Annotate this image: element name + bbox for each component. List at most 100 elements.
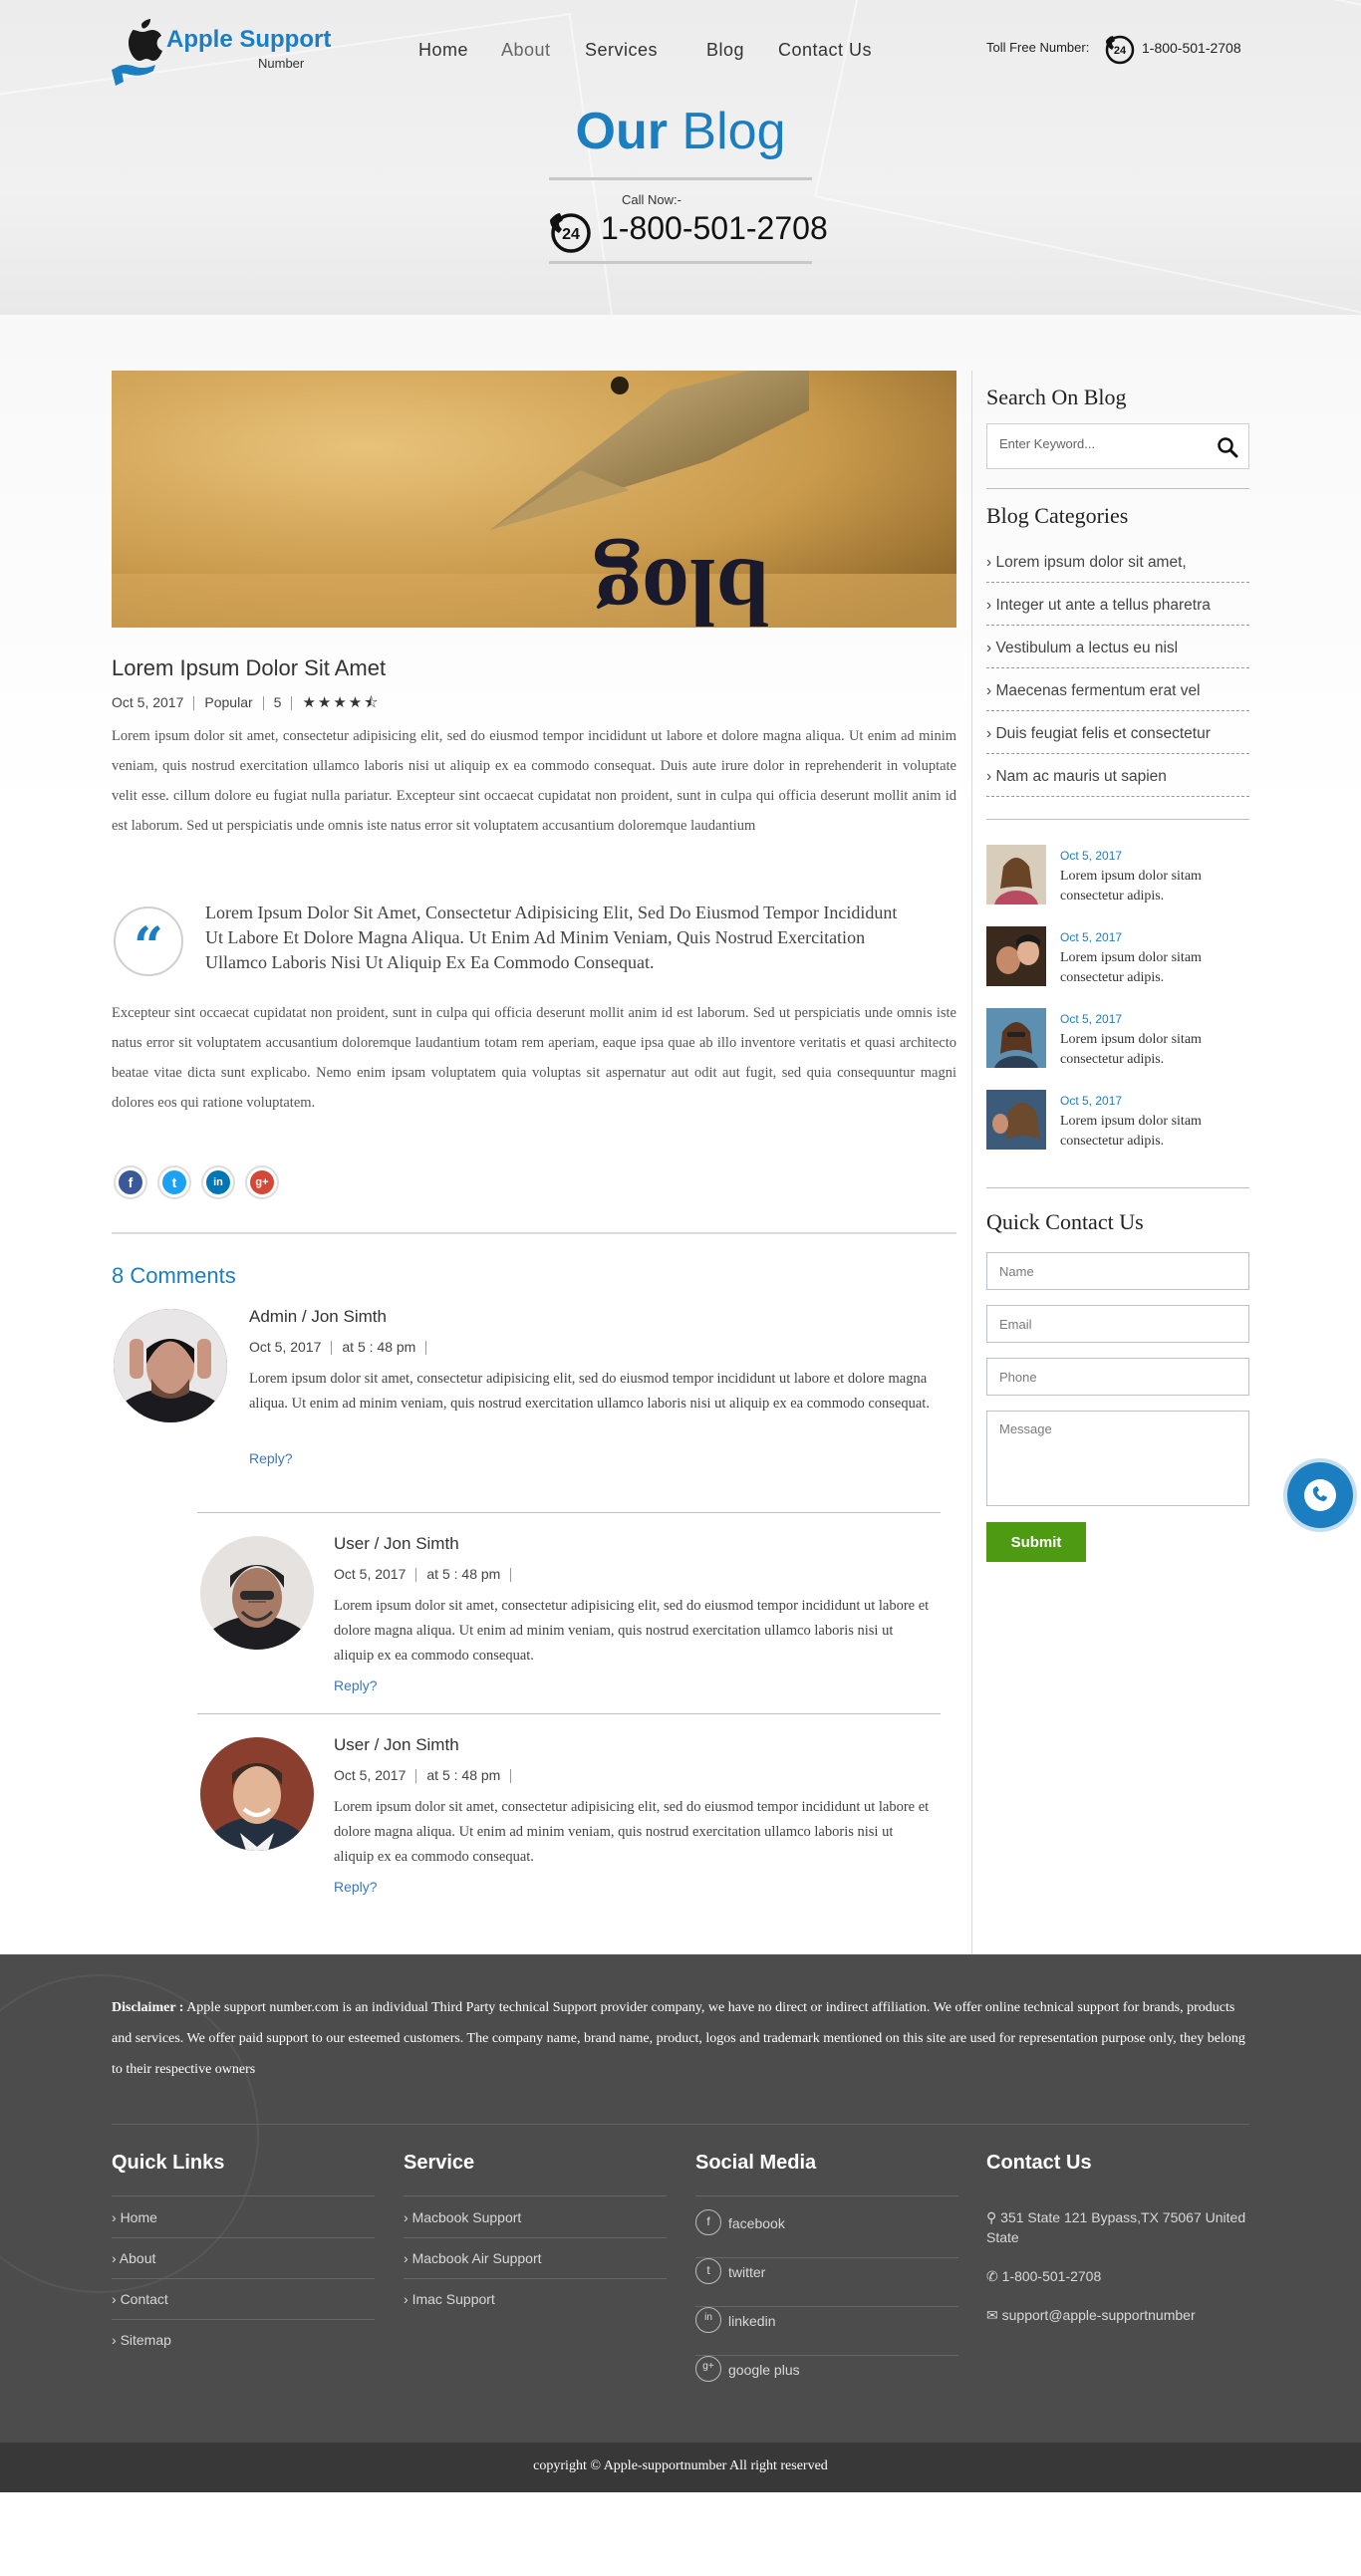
- share-facebook[interactable]: f: [114, 1165, 147, 1199]
- comment-date: Oct 5, 2017: [334, 1566, 407, 1582]
- logo-title: Apple Support: [166, 26, 332, 53]
- post-date: Oct 5, 2017: [112, 694, 184, 710]
- post-category[interactable]: Popular: [204, 694, 252, 710]
- comment-divider: [197, 1713, 941, 1714]
- site-logo[interactable]: Apple Support Number: [112, 18, 341, 88]
- share-linkedin[interactable]: in: [201, 1165, 235, 1199]
- category-item[interactable]: › Vestibulum a lectus eu nisl: [986, 640, 1249, 668]
- email-field[interactable]: [986, 1305, 1249, 1343]
- post-title: Lorem Ipsum Dolor Sit Amet: [112, 655, 387, 680]
- sidebar-divider-line: [986, 1187, 1249, 1188]
- footer-link-home[interactable]: › Home: [112, 2209, 375, 2238]
- footer-social-linkedin[interactable]: in linkedin: [695, 2307, 958, 2356]
- phone-24-large-icon: 24: [550, 213, 591, 253]
- footer-service-imac[interactable]: › Imac Support: [404, 2291, 667, 2319]
- footer-link-sitemap[interactable]: › Sitemap: [112, 2332, 375, 2360]
- disclaimer: Disclaimer : Apple support number.com is…: [112, 1992, 1247, 2085]
- toll-free-number[interactable]: 1-800-501-2708: [1142, 40, 1241, 56]
- name-field[interactable]: [986, 1252, 1249, 1290]
- call-now-label: Call Now:-: [622, 192, 681, 207]
- share-twitter[interactable]: t: [157, 1165, 191, 1199]
- recent-post-date: Oct 5, 2017: [1060, 930, 1123, 944]
- call-divider-bottom: [549, 261, 812, 264]
- post-paragraph-1: Lorem ipsum dolor sit amet, consectetur …: [112, 728, 956, 834]
- facebook-icon: f: [119, 1170, 142, 1194]
- message-field[interactable]: [986, 1411, 1249, 1506]
- category-item[interactable]: › Integer ut ante a tellus pharetra: [986, 597, 1249, 626]
- page-title: Our Blog: [0, 102, 1361, 161]
- recent-post-thumbnail[interactable]: [986, 926, 1046, 986]
- submit-button[interactable]: Submit: [986, 1522, 1086, 1562]
- footer-link-contact[interactable]: › Contact: [112, 2291, 375, 2320]
- map-marker-icon: ⚲: [986, 2209, 997, 2225]
- nav-contact-us[interactable]: Contact Us: [778, 40, 872, 61]
- page-title-rest: Blog: [681, 103, 786, 160]
- post-meta: Oct 5, 2017 Popular 5 ★★★★⯪: [112, 692, 380, 717]
- phone-field[interactable]: [986, 1358, 1249, 1396]
- social-media-title: Social Media: [695, 2152, 817, 2174]
- sidebar-divider-line: [986, 488, 1249, 489]
- sidebar-divider: [971, 371, 972, 1954]
- nav-home[interactable]: Home: [418, 40, 468, 61]
- phone-24-icon: 24: [1105, 35, 1135, 65]
- rating-stars: ★★★★⯪: [302, 694, 381, 711]
- comment-time: at 5 : 48 pm: [426, 1767, 501, 1783]
- recent-post-date: Oct 5, 2017: [1060, 1094, 1123, 1108]
- comment-author: Admin / Jon Simth: [249, 1307, 387, 1326]
- reply-link[interactable]: Reply?: [334, 1677, 378, 1693]
- disclaimer-label: Disclaimer :: [112, 2000, 184, 2015]
- footer-social-facebook[interactable]: f facebook: [695, 2209, 958, 2258]
- call-now-number[interactable]: 1-800-501-2708: [601, 210, 828, 247]
- footer-social-twitter[interactable]: t twitter: [695, 2258, 958, 2307]
- category-item[interactable]: › Maecenas fermentum erat vel: [986, 682, 1249, 711]
- logo-subtitle: Number: [258, 56, 305, 71]
- recent-post-date: Oct 5, 2017: [1060, 849, 1123, 863]
- search-title: Search On Blog: [986, 385, 1127, 409]
- share-google-plus[interactable]: g+: [245, 1165, 279, 1199]
- recent-post-thumbnail[interactable]: [986, 1008, 1046, 1068]
- reply-link[interactable]: Reply?: [334, 1879, 378, 1895]
- category-item[interactable]: › Lorem ipsum dolor sit amet,: [986, 554, 1249, 583]
- nav-blog[interactable]: Blog: [706, 40, 744, 61]
- recent-post-thumbnail[interactable]: [986, 845, 1046, 904]
- floating-call-button[interactable]: [1287, 1462, 1353, 1528]
- search-input[interactable]: [999, 436, 1209, 451]
- recent-post-text[interactable]: Lorem ipsum dolor sitam consectetur adip…: [1060, 1112, 1249, 1152]
- copyright-text: copyright © Apple-supportnumber All righ…: [533, 2458, 828, 2473]
- post-rating-number: 5: [273, 694, 282, 710]
- reply-link[interactable]: Reply?: [249, 1450, 293, 1466]
- search-icon[interactable]: [1217, 436, 1238, 458]
- service-title: Service: [404, 2152, 475, 2174]
- quote-icon: “: [134, 916, 163, 977]
- comment-text: Lorem ipsum dolor sit amet, consectetur …: [334, 1598, 930, 1664]
- recent-post-text[interactable]: Lorem ipsum dolor sitam consectetur adip…: [1060, 948, 1249, 988]
- comment-meta: Oct 5, 2017 at 5 : 48 pm: [249, 1339, 436, 1356]
- twitter-icon: t: [695, 2258, 721, 2284]
- comment-date: Oct 5, 2017: [334, 1767, 407, 1783]
- nav-about[interactable]: About: [501, 40, 551, 61]
- category-item[interactable]: › Duis feugiat felis et consectetur: [986, 725, 1249, 754]
- avatar: [200, 1536, 314, 1650]
- comment-meta: Oct 5, 2017 at 5 : 48 pm: [334, 1566, 521, 1583]
- page-title-bold: Our: [575, 103, 668, 160]
- quote-circle: “: [114, 906, 183, 977]
- category-item[interactable]: › Nam ac mauris ut sapien: [986, 768, 1249, 797]
- nav-services[interactable]: Services: [585, 40, 658, 61]
- comment-time: at 5 : 48 pm: [342, 1339, 416, 1355]
- footer-email[interactable]: ✉ support@apple-supportnumber: [986, 2305, 1249, 2325]
- footer-divider: [112, 2124, 1249, 2125]
- footer-social-google-plus[interactable]: g+ google plus: [695, 2356, 958, 2405]
- recent-post-text[interactable]: Lorem ipsum dolor sitam consectetur adip…: [1060, 867, 1249, 906]
- comment-meta: Oct 5, 2017 at 5 : 48 pm: [334, 1767, 521, 1784]
- comment-time: at 5 : 48 pm: [426, 1566, 501, 1582]
- disclaimer-text: Apple support number.com is an individua…: [112, 2000, 1245, 2077]
- footer-service-macbook-air[interactable]: › Macbook Air Support: [404, 2250, 667, 2279]
- footer-phone[interactable]: ✆ 1-800-501-2708: [986, 2266, 1249, 2286]
- recent-post-text[interactable]: Lorem ipsum dolor sitam consectetur adip…: [1060, 1030, 1249, 1070]
- footer-link-about[interactable]: › About: [112, 2250, 375, 2279]
- phone-icon: ✆: [986, 2268, 998, 2284]
- recent-post-thumbnail[interactable]: [986, 1090, 1046, 1150]
- footer-service-macbook[interactable]: › Macbook Support: [404, 2209, 667, 2238]
- google-plus-icon: g+: [695, 2356, 721, 2382]
- twitter-icon: t: [162, 1170, 186, 1194]
